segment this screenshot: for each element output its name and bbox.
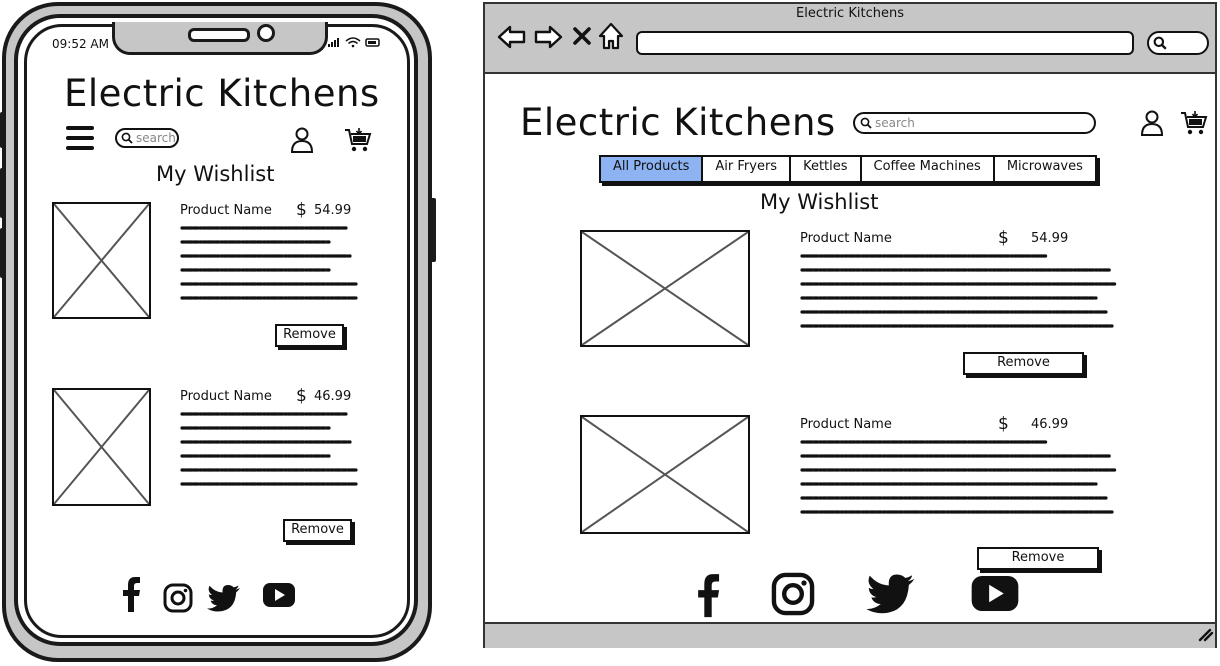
remove-button[interactable]: Remove	[963, 352, 1084, 375]
search-icon	[1153, 36, 1167, 50]
site-title: Electric Kitchens	[520, 101, 836, 144]
currency-symbol: $	[998, 414, 1009, 434]
back-icon[interactable]	[497, 24, 527, 50]
product-price: 54.99	[1031, 231, 1069, 246]
remove-button[interactable]: Remove	[283, 519, 352, 542]
browser-search-box[interactable]	[1147, 31, 1209, 55]
product-name: Product Name	[180, 203, 272, 218]
close-icon[interactable]	[572, 26, 592, 46]
product-image-placeholder	[580, 415, 750, 534]
product-price: 46.99	[314, 389, 352, 404]
currency-symbol: $	[296, 200, 307, 220]
product-description-scribble	[800, 254, 1118, 328]
product-image-placeholder	[580, 230, 750, 347]
phone-power-button	[430, 198, 436, 262]
phone-camera	[257, 24, 275, 42]
product-price: 46.99	[1031, 417, 1069, 432]
tab-kettles[interactable]: Kettles	[791, 157, 862, 181]
tab-air-fryers[interactable]: Air Fryers	[703, 157, 792, 181]
site-title: Electric Kitchens	[64, 72, 380, 115]
wishlist-title: My Wishlist	[760, 190, 879, 214]
phone-side-button	[0, 228, 6, 278]
product-image-placeholder	[52, 388, 151, 506]
product-image-placeholder	[52, 202, 151, 319]
forward-icon[interactable]	[533, 24, 563, 50]
search-input[interactable]: search	[853, 112, 1096, 134]
product-description-scribble	[800, 440, 1118, 514]
remove-button[interactable]: Remove	[977, 547, 1099, 570]
tab-all-products[interactable]: All Products	[601, 157, 704, 181]
status-time: 09:52 AM	[52, 37, 109, 51]
youtube-icon[interactable]	[263, 583, 295, 607]
currency-symbol: $	[998, 228, 1009, 248]
signal-wifi-battery-icon	[328, 37, 380, 48]
tab-coffee-machines[interactable]: Coffee Machines	[862, 157, 995, 181]
tab-microwaves[interactable]: Microwaves	[995, 157, 1095, 181]
status-icons	[328, 36, 382, 51]
address-bar[interactable]	[636, 31, 1134, 55]
youtube-icon[interactable]	[971, 576, 1019, 611]
remove-button[interactable]: Remove	[275, 324, 344, 347]
search-icon	[121, 132, 133, 144]
browser-window-title: Electric Kitchens	[796, 6, 904, 21]
resize-handle-icon[interactable]	[1198, 628, 1214, 642]
twitter-icon[interactable]	[866, 573, 916, 614]
instagram-icon[interactable]	[163, 583, 193, 613]
hamburger-menu-icon[interactable]	[66, 126, 94, 150]
search-input[interactable]: search	[115, 128, 179, 148]
facebook-icon[interactable]	[118, 576, 144, 612]
cart-icon[interactable]	[344, 127, 372, 153]
currency-symbol: $	[296, 386, 307, 406]
category-tabs: All Products Air Fryers Kettles Coffee M…	[599, 155, 1097, 183]
phone-side-button	[0, 112, 6, 148]
instagram-icon[interactable]	[771, 572, 815, 616]
user-icon[interactable]	[290, 127, 314, 153]
search-icon	[860, 117, 872, 129]
user-icon[interactable]	[1140, 110, 1164, 136]
phone-side-button	[0, 168, 6, 218]
twitter-icon[interactable]	[207, 584, 241, 612]
cart-icon[interactable]	[1180, 110, 1208, 136]
home-icon[interactable]	[598, 22, 624, 50]
facebook-icon[interactable]	[692, 570, 724, 620]
phone-screen	[24, 24, 410, 638]
product-name: Product Name	[800, 417, 892, 432]
search-placeholder: search	[136, 131, 176, 145]
search-placeholder: search	[875, 116, 915, 130]
product-price: 54.99	[314, 203, 352, 218]
phone-speaker	[188, 28, 250, 42]
browser-status-bar	[485, 622, 1215, 648]
product-name: Product Name	[180, 389, 272, 404]
product-name: Product Name	[800, 231, 892, 246]
wishlist-title: My Wishlist	[156, 162, 275, 186]
product-description-scribble	[180, 226, 358, 300]
product-description-scribble	[180, 412, 358, 486]
